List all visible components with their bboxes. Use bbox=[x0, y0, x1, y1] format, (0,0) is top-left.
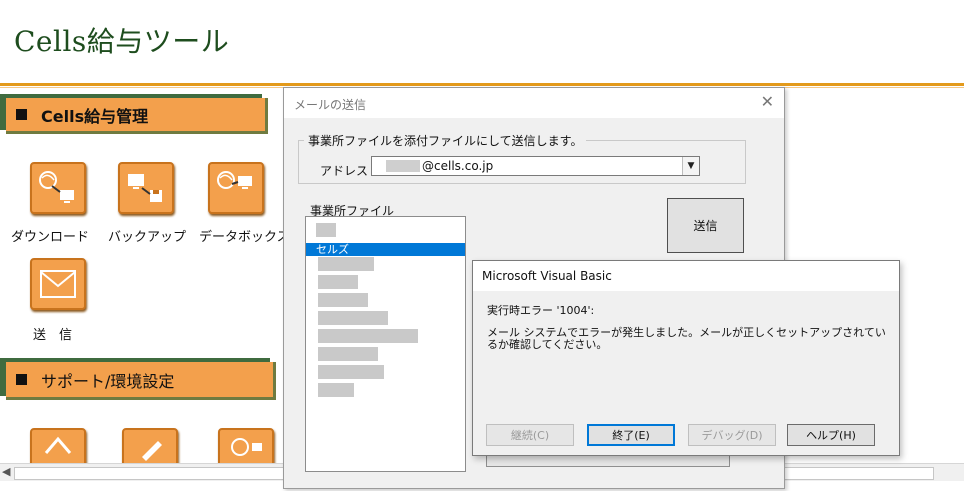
databox-button[interactable] bbox=[208, 162, 264, 214]
list-item[interactable] bbox=[318, 365, 384, 379]
end-button[interactable]: 終了(E) bbox=[587, 424, 675, 446]
help-button[interactable]: ヘルプ(H) bbox=[787, 424, 875, 446]
error-message: メール システムでエラーが発生しました。メールが正しくセットアップされているか確… bbox=[487, 326, 886, 351]
list-item[interactable] bbox=[316, 223, 336, 237]
pencil-icon bbox=[142, 441, 162, 461]
send-button[interactable]: 送信 bbox=[667, 198, 744, 253]
backup-label: バックアップ bbox=[108, 230, 187, 245]
close-icon[interactable]: ✕ bbox=[761, 92, 774, 111]
mail-dialog-title: メールの送信 bbox=[294, 98, 367, 112]
app-title: Cells給与ツール bbox=[14, 25, 230, 58]
runtime-error-line: 実行時エラー '1004': bbox=[487, 304, 595, 317]
section-label: Cells給与管理 bbox=[41, 106, 149, 126]
vb-error-dialog: Microsoft Visual Basic 実行時エラー '1004': メー… bbox=[472, 260, 900, 456]
list-item[interactable] bbox=[318, 275, 358, 289]
title-divider bbox=[0, 83, 964, 86]
download-icon bbox=[39, 171, 74, 203]
list-item[interactable] bbox=[318, 383, 354, 397]
chevron-down-icon[interactable]: ▼ bbox=[682, 157, 699, 175]
home-icon bbox=[44, 436, 72, 454]
mail-dialog-titlebar: メールの送信 ✕ bbox=[284, 88, 784, 118]
address-label: アドレス bbox=[320, 164, 369, 178]
edit-button[interactable] bbox=[122, 428, 178, 468]
address-group-legend: 事業所ファイルを添付ファイルにして送信します。 bbox=[304, 132, 587, 149]
list-item[interactable] bbox=[318, 311, 388, 325]
list-item[interactable] bbox=[318, 347, 378, 361]
address-combobox[interactable]: @cells.co.jp ▼ bbox=[371, 156, 700, 176]
scroll-left-icon[interactable]: ◀ bbox=[2, 465, 10, 478]
square-bullet-icon bbox=[16, 374, 27, 385]
send-mail-button[interactable] bbox=[30, 258, 86, 310]
address-value: @cells.co.jp bbox=[422, 159, 494, 173]
databox-icon bbox=[217, 171, 252, 189]
backup-button[interactable] bbox=[118, 162, 174, 214]
list-item[interactable] bbox=[318, 293, 368, 307]
debug-button[interactable]: デバッグ(D) bbox=[688, 424, 776, 446]
databox-label: データボックス bbox=[199, 230, 290, 245]
list-item[interactable] bbox=[318, 257, 374, 271]
vb-dialog-title: Microsoft Visual Basic bbox=[482, 269, 612, 283]
mail-icon bbox=[40, 270, 76, 298]
download-label: ダウンロード bbox=[11, 230, 90, 245]
section-header-payroll: Cells給与管理 bbox=[6, 98, 268, 134]
continue-button[interactable]: 継続(C) bbox=[486, 424, 574, 446]
square-bullet-icon bbox=[16, 109, 27, 120]
section-header-support: サポート/環境設定 bbox=[6, 362, 276, 400]
office-file-list[interactable]: セルズ bbox=[305, 216, 466, 472]
send-mail-label: 送 信 bbox=[33, 328, 73, 343]
list-item[interactable] bbox=[318, 329, 418, 343]
home-button[interactable] bbox=[30, 428, 86, 468]
list-item-selected[interactable]: セルズ bbox=[306, 243, 465, 256]
network-icon bbox=[231, 438, 262, 456]
address-redacted bbox=[386, 160, 420, 172]
vb-dialog-titlebar: Microsoft Visual Basic bbox=[473, 261, 899, 291]
download-button[interactable] bbox=[30, 162, 86, 214]
backup-icon bbox=[128, 174, 162, 202]
section-label: サポート/環境設定 bbox=[41, 371, 175, 391]
network-button[interactable] bbox=[218, 428, 274, 468]
